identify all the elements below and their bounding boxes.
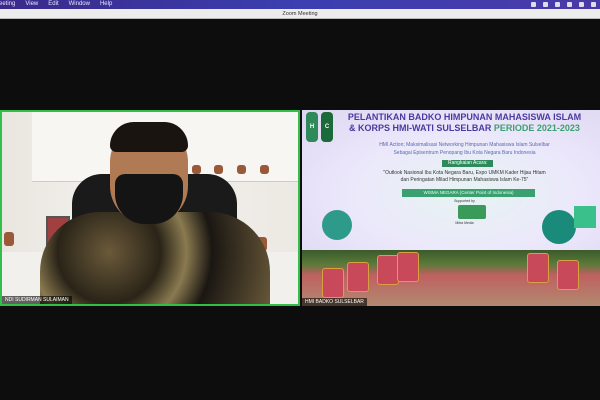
menu-meeting[interactable]: Meeting [0, 0, 15, 9]
menu-bar: Meeting View Edit Window Help [0, 0, 600, 9]
title-period: PERIODE 2021-2023 [493, 123, 580, 133]
agenda-label: Rangkaian Acara: [442, 160, 494, 167]
menu-window[interactable]: Window [69, 0, 90, 9]
title-line-2a: & KORPS HMI-WATI SULSELBAR [349, 123, 494, 133]
chair [322, 268, 344, 298]
pot [4, 232, 14, 246]
decor-shape [574, 206, 596, 228]
pot [214, 165, 223, 174]
sponsor-logos [458, 205, 486, 219]
menu-view[interactable]: View [25, 0, 38, 9]
chair [397, 252, 419, 282]
chair [347, 262, 369, 292]
pot [237, 165, 246, 174]
hmi-logo: H [306, 112, 318, 142]
video-tile-participant[interactable]: H C PELANTIKAN BADKO HIMPUNAN MAHASISWA … [302, 110, 600, 306]
supported-by: Supported by [454, 199, 475, 203]
status-icons [531, 0, 596, 9]
wifi-icon[interactable] [567, 2, 572, 7]
pot [192, 165, 201, 174]
face-mask [115, 174, 183, 224]
venue: WISMA NEGARA (Center Point of Indonesia) [402, 189, 535, 197]
decor-shape [542, 210, 576, 244]
chair [557, 260, 579, 290]
banner-title: PELANTIKAN BADKO HIMPUNAN MAHASISWA ISLA… [332, 112, 597, 134]
control-center-icon[interactable] [591, 2, 596, 7]
agenda-line-2: dan Peringatan Milad Himpunan Mahasiswa … [400, 177, 529, 183]
menu-edit[interactable]: Edit [48, 0, 58, 9]
menu-help[interactable]: Help [100, 0, 112, 9]
video-tile-speaker[interactable]: NDI SUDIRMAN SULAIMAN [0, 110, 300, 306]
title-line-1: PELANTIKAN BADKO HIMPUNAN MAHASISWA ISLA… [347, 112, 582, 122]
person-hair [110, 122, 188, 152]
chair [377, 255, 399, 285]
theme-line-2: Sebagai Episentrum Penopang Ibu Kota Neg… [393, 150, 536, 156]
pot [260, 165, 269, 174]
bluetooth-icon[interactable] [543, 2, 548, 7]
event-banner: H C PELANTIKAN BADKO HIMPUNAN MAHASISWA … [302, 110, 600, 250]
agenda-line-1: "Outlook Nasional Ibu Kota Negara Baru, … [383, 170, 546, 176]
chair [527, 253, 549, 283]
search-icon[interactable] [579, 2, 584, 7]
participant-name: HMI BADKO SULSELBAR [302, 298, 367, 306]
battery-icon[interactable] [555, 2, 560, 7]
title-line-2: & KORPS HMI-WATI SULSELBAR PERIODE 2021-… [332, 123, 597, 134]
zoom-icon[interactable] [531, 2, 536, 7]
window-title: Zoom Meeting [0, 9, 600, 19]
decor-shape [322, 210, 352, 240]
person [40, 212, 270, 304]
theme-line-1: HMI Action; Maksimalisasi Networking Him… [379, 142, 550, 148]
participant-name: NDI SUDIRMAN SULAIMAN [2, 296, 72, 304]
